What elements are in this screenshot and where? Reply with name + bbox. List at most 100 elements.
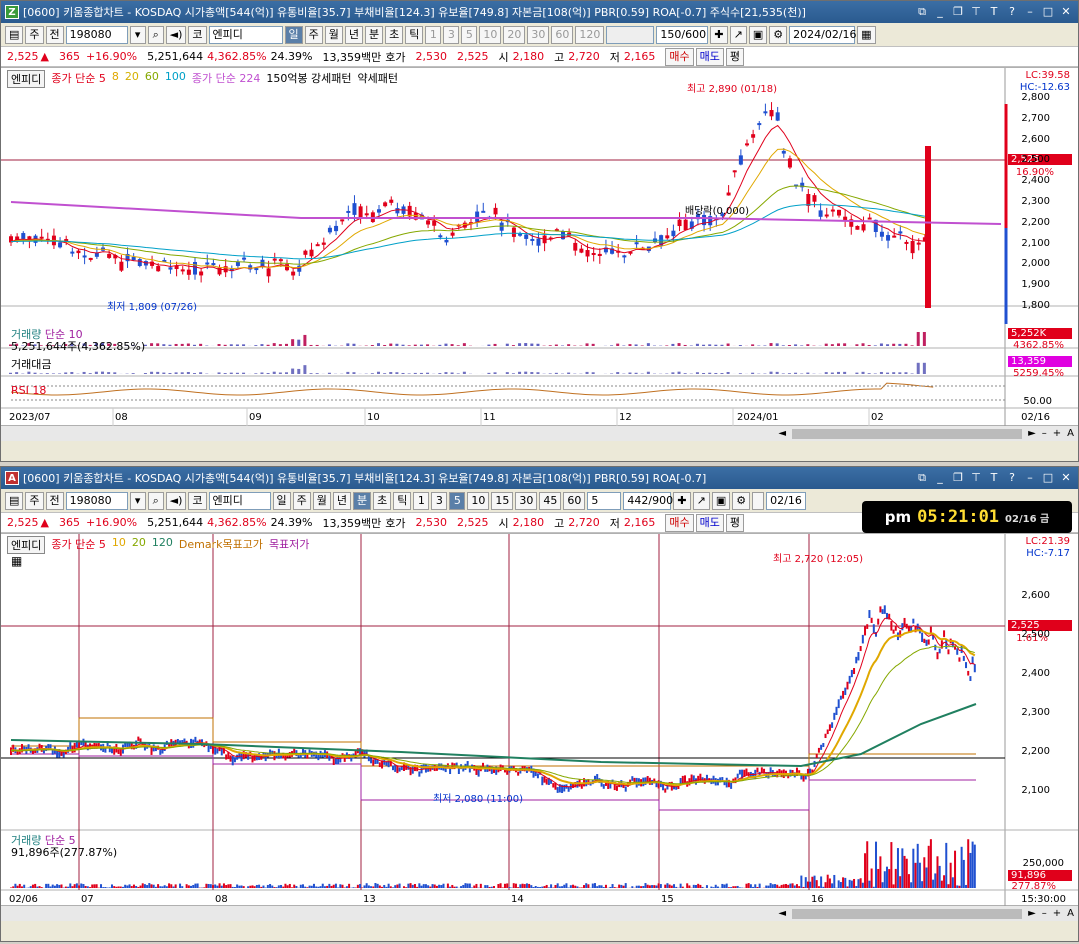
bar-count-input[interactable]: 150/600 xyxy=(656,25,709,44)
layout-icon[interactable]: ▤ xyxy=(5,25,24,44)
interval-5-b[interactable]: 5 xyxy=(449,491,466,510)
market-scope-select-2[interactable]: 전 xyxy=(45,491,64,510)
market-scope-select[interactable]: 전 xyxy=(45,25,64,44)
date-checkbox[interactable] xyxy=(752,491,765,510)
indicator-add-icon-2[interactable]: ✚ xyxy=(673,491,691,510)
date-input-2[interactable]: 02/16 xyxy=(766,491,807,510)
interval-3-b[interactable]: 3 xyxy=(431,491,448,510)
interval-5[interactable]: 5 xyxy=(461,25,478,44)
zoom-in-icon[interactable]: + xyxy=(1053,428,1061,439)
scroll-right-icon-2[interactable]: ► xyxy=(1028,908,1036,919)
save-icon-2[interactable]: ▣ xyxy=(711,491,731,510)
maximize-icon[interactable]: □ xyxy=(1040,4,1056,20)
zoom-in-icon-2[interactable]: + xyxy=(1053,908,1061,919)
avg-button-2[interactable]: 평 xyxy=(725,513,744,532)
text-icon[interactable]: A xyxy=(1067,428,1074,439)
draw-tool-icon[interactable]: ↗ xyxy=(729,25,747,44)
close-icon-2[interactable]: ✕ xyxy=(1058,470,1074,486)
minimize-icon-2[interactable]: – xyxy=(1022,4,1038,20)
period-week-tab-2[interactable]: 주 xyxy=(292,491,311,510)
grid-icon[interactable]: ▦ xyxy=(11,554,22,568)
pin-icon-2[interactable]: ⊤ xyxy=(968,470,984,486)
period-day-tab[interactable]: 일 xyxy=(284,25,303,44)
restore-icon-2[interactable]: ❐ xyxy=(950,470,966,486)
scroll-left-icon[interactable]: ◄ xyxy=(778,428,786,439)
text-icon-2[interactable]: A xyxy=(1067,908,1074,919)
maximize-icon-2[interactable]: □ xyxy=(1040,470,1056,486)
close-icon[interactable]: ✕ xyxy=(1058,4,1074,20)
sound-icon[interactable]: ◄) xyxy=(165,25,187,44)
minimize-icon[interactable]: _ xyxy=(932,4,948,20)
interval-45-b[interactable]: 45 xyxy=(539,491,562,510)
interval-60-b[interactable]: 60 xyxy=(563,491,586,510)
period-year-tab[interactable]: 년 xyxy=(344,25,364,44)
interval-15-b[interactable]: 15 xyxy=(491,491,514,510)
restore-icon[interactable]: ❐ xyxy=(950,4,966,20)
interval-10-b[interactable]: 10 xyxy=(467,491,490,510)
interval-1-b[interactable]: 1 xyxy=(413,491,430,510)
scroll-thumb[interactable] xyxy=(792,428,1023,439)
help-icon-2[interactable]: ? xyxy=(1004,470,1020,486)
legend-stock-name[interactable]: 엔피디 xyxy=(7,70,46,88)
stock-code-input-2[interactable]: 198080 xyxy=(65,491,128,510)
interval-120[interactable]: 120 xyxy=(575,25,605,44)
stock-name-field[interactable]: 엔피디 xyxy=(208,25,283,44)
daily-scrollbar[interactable]: ◄ ► – + A xyxy=(1,425,1078,441)
daily-price-chart[interactable]: 엔피디 종가 단순 5 8 20 60 100 종가 단순 224 150억봉 … xyxy=(1,67,1078,426)
minute-price-chart[interactable]: 엔피디 종가 단순 5 10 20 120 Demark목표고가 목표저가 ▦ … xyxy=(1,533,1078,906)
code-dropdown-icon[interactable]: ▾ xyxy=(129,25,146,44)
interval-30[interactable]: 30 xyxy=(527,25,550,44)
link-icon[interactable]: ⧉ xyxy=(914,4,930,20)
market-type-select[interactable]: 주 xyxy=(25,25,44,44)
draw-tool-icon-2[interactable]: ↗ xyxy=(692,491,710,510)
code-dropdown-icon-2[interactable]: ▾ xyxy=(129,491,146,510)
period-month-tab-2[interactable]: 월 xyxy=(312,491,331,510)
settings-icon[interactable]: ⚙ xyxy=(769,25,788,44)
interval-custom-input[interactable] xyxy=(606,25,655,44)
minimize-icon-3[interactable]: _ xyxy=(932,470,948,486)
avg-button[interactable]: 평 xyxy=(725,47,744,66)
sound-icon-2[interactable]: ◄) xyxy=(165,491,187,510)
zoom-out-icon-2[interactable]: – xyxy=(1042,908,1047,919)
stock-code-input[interactable]: 198080 xyxy=(65,25,128,44)
font-icon[interactable]: T xyxy=(986,4,1002,20)
period-year-tab-2[interactable]: 년 xyxy=(332,491,352,510)
market-type-select-2[interactable]: 주 xyxy=(25,491,44,510)
link-icon-2[interactable]: ⧉ xyxy=(914,470,930,486)
interval-60[interactable]: 60 xyxy=(551,25,574,44)
minute-chart-titlebar[interactable]: A [0600] 키움종합차트 - KOSDAQ 시가총액[544(억)] 유통… xyxy=(1,467,1078,489)
legend-stock-name-2[interactable]: 엔피디 xyxy=(7,536,46,554)
interval-10[interactable]: 10 xyxy=(479,25,502,44)
calendar-icon[interactable]: ▦ xyxy=(857,25,876,44)
buy-button-2[interactable]: 매수 xyxy=(665,513,694,532)
period-second-tab[interactable]: 초 xyxy=(385,25,404,44)
indicator-add-icon[interactable]: ✚ xyxy=(710,25,728,44)
period-day-tab-2[interactable]: 일 xyxy=(272,491,291,510)
layout-icon-2[interactable]: ▤ xyxy=(5,491,24,510)
pin-icon[interactable]: ⊤ xyxy=(968,4,984,20)
settings-icon-2[interactable]: ⚙ xyxy=(732,491,751,510)
search-icon-2[interactable]: ⌕ xyxy=(147,491,164,510)
interval-3[interactable]: 3 xyxy=(443,25,460,44)
search-icon[interactable]: ⌕ xyxy=(147,25,164,44)
sell-button-2[interactable]: 매도 xyxy=(695,513,724,532)
help-icon[interactable]: ? xyxy=(1004,4,1020,20)
zoom-out-icon[interactable]: – xyxy=(1042,428,1047,439)
interval-custom-input-2[interactable]: 5 xyxy=(587,491,622,510)
scroll-left-icon-2[interactable]: ◄ xyxy=(778,908,786,919)
font-icon-2[interactable]: T xyxy=(986,470,1002,486)
buy-button[interactable]: 매수 xyxy=(665,47,694,66)
daily-chart-titlebar[interactable]: Z [0600] 키움종합차트 - KOSDAQ 시가총액[544(억)] 유통… xyxy=(1,1,1078,23)
period-month-tab[interactable]: 월 xyxy=(324,25,343,44)
minute-scrollbar[interactable]: ◄ ► – + A xyxy=(1,905,1078,921)
interval-1[interactable]: 1 xyxy=(425,25,442,44)
stock-name-field-2[interactable]: 엔피디 xyxy=(208,491,271,510)
scroll-thumb-2[interactable] xyxy=(792,908,1023,919)
period-week-tab[interactable]: 주 xyxy=(304,25,323,44)
interval-20[interactable]: 20 xyxy=(503,25,526,44)
period-tick-tab[interactable]: 틱 xyxy=(405,25,424,44)
interval-30-b[interactable]: 30 xyxy=(515,491,538,510)
period-second-tab-2[interactable]: 초 xyxy=(373,491,392,510)
period-minute-tab[interactable]: 분 xyxy=(365,25,384,44)
bar-count-input-2[interactable]: 442/900 xyxy=(623,491,673,510)
